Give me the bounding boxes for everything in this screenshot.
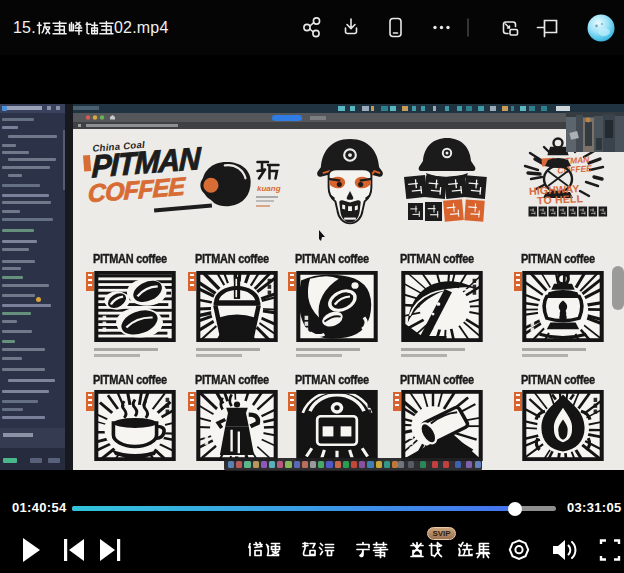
svg-text:TO HΕLL: TO HΕLL: [537, 192, 584, 206]
